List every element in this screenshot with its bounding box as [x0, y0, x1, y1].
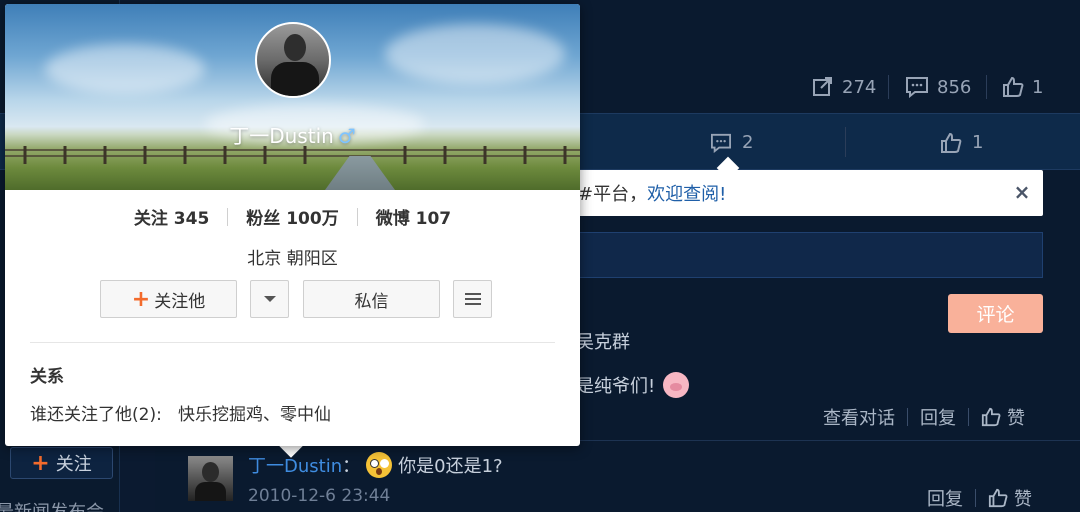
divider	[986, 75, 987, 99]
profile-counts: 关注 345 粉丝 100万 微博 107	[5, 204, 580, 229]
avatar[interactable]	[255, 22, 331, 98]
profile-name-text: 丁一Dustin	[229, 124, 334, 148]
notice-text: #平台，	[578, 184, 648, 205]
comment-input[interactable]	[570, 232, 1043, 278]
relation-users[interactable]: 快乐挖掘鸡、零中仙	[178, 405, 331, 425]
comment-submit-button[interactable]: 评论	[948, 294, 1043, 333]
follow-button[interactable]: + 关注	[10, 447, 113, 479]
comment-timestamp[interactable]: 2010-12-6 23:44	[248, 486, 390, 506]
reply-link[interactable]: 回复	[927, 485, 963, 511]
repost-count: 274	[842, 76, 877, 98]
repost-stat[interactable]: 274	[812, 74, 876, 100]
like-link[interactable]: 赞	[981, 404, 1025, 430]
weibo-count[interactable]: 微博 107	[376, 204, 451, 229]
relation-label: 谁还关注了他(2):	[30, 405, 162, 425]
thumbs-up-icon	[1003, 76, 1024, 97]
cover-image: 丁一Dustin ♂	[5, 4, 580, 190]
relation-text: 谁还关注了他(2): 快乐挖掘鸡、零中仙	[30, 400, 331, 425]
comment-icon	[711, 133, 731, 153]
message-button[interactable]: 私信	[303, 280, 440, 318]
comment-text-content: 你是0还是1?	[398, 456, 503, 477]
notice-banner: #平台， 欢迎查阅!	[570, 170, 1043, 216]
comment-icon	[906, 77, 928, 98]
comment-body: 丁一Dustin ： 你是0还是1?	[248, 452, 503, 478]
like-label: 赞	[1007, 408, 1025, 429]
fans-count[interactable]: 粉丝 100万	[246, 204, 338, 229]
divider	[968, 408, 969, 426]
thumbs-up-icon	[988, 488, 1008, 508]
follow-dropdown-button[interactable]	[250, 280, 289, 318]
follow-him-button[interactable]: + 关注他	[100, 280, 237, 318]
male-icon: ♂	[337, 124, 356, 148]
plus-icon: +	[31, 450, 50, 476]
share-icon	[813, 77, 832, 96]
profile-card: 丁一Dustin ♂ 关注 345 粉丝 100万 微博 107 北京 朝阳区 +…	[5, 4, 580, 446]
comment-stat[interactable]: 856	[905, 74, 971, 100]
thumbs-up-icon	[941, 132, 962, 153]
side-link[interactable]: 最新闻发布会	[0, 498, 104, 512]
pig-emoji-icon	[663, 372, 690, 398]
more-menu-button[interactable]	[453, 280, 492, 318]
avatar[interactable]	[188, 456, 233, 501]
like-count: 1	[1032, 76, 1044, 98]
follow-him-label: 关注他	[154, 291, 206, 312]
profile-location: 北京 朝阳区	[247, 249, 338, 269]
view-conversation-link[interactable]: 查看对话	[823, 404, 895, 430]
divider	[975, 489, 976, 507]
comment-author[interactable]: 丁一Dustin	[248, 452, 342, 478]
comment-text-content: 是纯爷们!	[576, 376, 656, 397]
following-count[interactable]: 关注 345	[134, 204, 209, 229]
comment-actions: 回复 赞	[927, 485, 1032, 511]
divider	[356, 207, 358, 226]
relation-title: 关系	[30, 367, 64, 387]
menu-icon	[464, 293, 481, 305]
close-icon[interactable]: ×	[1012, 182, 1032, 202]
surprised-emoji-icon	[366, 452, 393, 478]
divider	[907, 408, 908, 426]
like-label: 赞	[1014, 489, 1032, 510]
follow-label: 关注	[55, 454, 92, 475]
action-like-count: 1	[972, 132, 984, 153]
thumbs-up-icon	[981, 407, 1001, 427]
action-comment-count: 2	[742, 132, 754, 153]
like-link[interactable]: 赞	[988, 485, 1032, 511]
comment-count: 856	[937, 76, 972, 98]
divider	[845, 127, 846, 157]
chevron-down-icon	[263, 296, 276, 302]
like-stat[interactable]: 1	[1002, 74, 1043, 100]
comment-actions: 查看对话 回复 赞	[823, 404, 1025, 430]
comment-text: 是纯爷们!	[576, 372, 690, 398]
plus-icon: +	[131, 286, 151, 312]
divider	[227, 207, 229, 226]
divider	[30, 342, 555, 343]
notice-link[interactable]: 欢迎查阅!	[647, 180, 726, 206]
profile-name[interactable]: 丁一Dustin ♂	[5, 120, 580, 149]
divider	[888, 75, 889, 99]
comment-separator: ：	[342, 456, 361, 477]
comment-author[interactable]: 吴克群	[576, 328, 630, 354]
action-like[interactable]: 1	[940, 114, 983, 171]
reply-link[interactable]: 回复	[920, 404, 956, 430]
